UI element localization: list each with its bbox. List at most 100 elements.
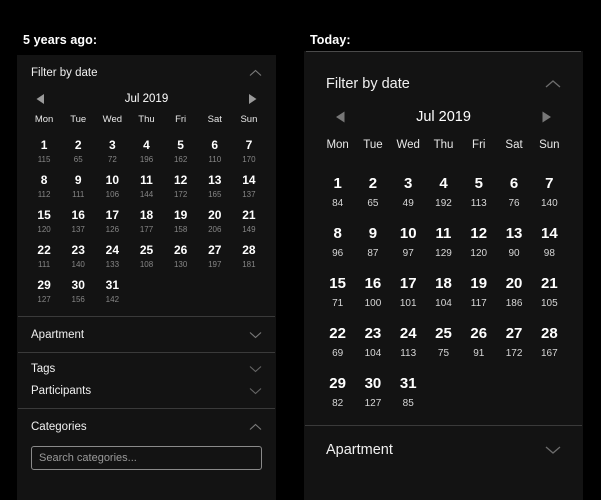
calendar-day-number: 26 bbox=[173, 243, 188, 257]
search-categories-input[interactable] bbox=[31, 446, 262, 470]
calendar-day-cell[interactable]: 2 65 bbox=[355, 176, 390, 209]
calendar-day-cell[interactable]: 4 196 bbox=[129, 139, 163, 164]
left-categories-header[interactable]: Categories bbox=[17, 409, 276, 444]
calendar-day-cell[interactable]: 16 100 bbox=[355, 276, 390, 309]
calendar-day-cell[interactable]: 29 127 bbox=[27, 279, 61, 304]
calendar-day-cell[interactable]: 22 69 bbox=[320, 326, 355, 359]
calendar-day-cell[interactable]: 8 112 bbox=[27, 174, 61, 199]
calendar-day-value: 84 bbox=[332, 198, 344, 209]
calendar-day-cell[interactable]: 21 105 bbox=[532, 276, 567, 309]
calendar-day-cell[interactable]: 3 49 bbox=[391, 176, 426, 209]
calendar-day-cell[interactable]: 14 137 bbox=[232, 174, 266, 199]
calendar-day-cell[interactable]: 2 65 bbox=[61, 139, 95, 164]
screenshot-root: 5 years ago: Filter by date Jul 2019 Mon… bbox=[0, 0, 601, 500]
left-filter-by-date-header[interactable]: Filter by date bbox=[17, 55, 276, 90]
calendar-empty-cell bbox=[461, 376, 496, 409]
calendar-day-cell[interactable]: 10 97 bbox=[391, 226, 426, 259]
calendar-day-cell[interactable]: 11 144 bbox=[129, 174, 163, 199]
calendar-day-cell[interactable]: 9 111 bbox=[61, 174, 95, 199]
calendar-day-cell[interactable]: 1 115 bbox=[27, 139, 61, 164]
right-filter-by-date-header[interactable]: Filter by date bbox=[304, 60, 583, 106]
calendar-day-cell[interactable]: 16 137 bbox=[61, 209, 95, 234]
chevron-up-icon[interactable] bbox=[249, 69, 262, 77]
calendar-day-cell[interactable]: 28 167 bbox=[532, 326, 567, 359]
chevron-down-icon[interactable] bbox=[545, 445, 561, 455]
calendar-day-cell[interactable]: 18 104 bbox=[426, 276, 461, 309]
calendar-day-number: 11 bbox=[140, 173, 153, 187]
chevron-up-icon[interactable] bbox=[545, 79, 561, 89]
calendar-day-number: 19 bbox=[470, 275, 488, 292]
calendar-day-number: 12 bbox=[173, 173, 188, 187]
triangle-right-icon[interactable] bbox=[540, 110, 553, 124]
calendar-day-number: 21 bbox=[242, 208, 256, 222]
calendar-day-cell[interactable]: 28 181 bbox=[232, 244, 266, 269]
calendar-day-number: 15 bbox=[329, 275, 346, 292]
calendar-day-cell[interactable]: 31 142 bbox=[95, 279, 129, 304]
calendar-day-cell[interactable]: 21 149 bbox=[232, 209, 266, 234]
calendar-week-row: 8 96 9 87 10 97 11 129 12 120 13 90 14 98 bbox=[320, 226, 567, 259]
calendar-day-cell[interactable]: 14 98 bbox=[532, 226, 567, 259]
calendar-empty-cell bbox=[496, 376, 531, 409]
calendar-day-cell[interactable]: 18 177 bbox=[129, 209, 163, 234]
calendar-day-cell[interactable]: 30 156 bbox=[61, 279, 95, 304]
calendar-day-cell[interactable]: 17 101 bbox=[391, 276, 426, 309]
calendar-week-row: 1 115 2 65 3 72 4 196 5 162 6 110 7 170 bbox=[27, 139, 266, 164]
calendar-day-cell[interactable]: 17 126 bbox=[95, 209, 129, 234]
calendar-day-cell[interactable]: 31 85 bbox=[391, 376, 426, 409]
calendar-day-cell[interactable]: 27 172 bbox=[496, 326, 531, 359]
calendar-day-cell[interactable]: 11 129 bbox=[426, 226, 461, 259]
calendar-day-value: 82 bbox=[332, 398, 344, 409]
calendar-day-cell[interactable]: 23 104 bbox=[355, 326, 390, 359]
calendar-day-cell[interactable]: 20 206 bbox=[198, 209, 232, 234]
calendar-day-cell[interactable]: 25 108 bbox=[129, 244, 163, 269]
left-apartment-header[interactable]: Apartment bbox=[17, 317, 276, 352]
calendar-day-cell[interactable]: 4 192 bbox=[426, 176, 461, 209]
calendar-day-cell[interactable]: 5 113 bbox=[461, 176, 496, 209]
calendar-day-cell[interactable]: 15 120 bbox=[27, 209, 61, 234]
chevron-up-icon[interactable] bbox=[249, 423, 262, 431]
calendar-day-cell[interactable]: 19 158 bbox=[164, 209, 198, 234]
calendar-day-cell[interactable]: 12 120 bbox=[461, 226, 496, 259]
triangle-right-icon[interactable] bbox=[247, 93, 258, 105]
calendar-day-value: 49 bbox=[402, 198, 414, 209]
left-tags-header[interactable]: Tags bbox=[31, 363, 262, 375]
calendar-day-value: 149 bbox=[242, 225, 256, 234]
calendar-day-cell[interactable]: 7 140 bbox=[532, 176, 567, 209]
calendar-day-cell[interactable]: 24 113 bbox=[391, 326, 426, 359]
chevron-down-icon[interactable] bbox=[249, 365, 262, 373]
calendar-day-number: 23 bbox=[364, 325, 382, 342]
calendar-day-cell[interactable]: 7 170 bbox=[232, 139, 266, 164]
calendar-day-cell[interactable]: 23 140 bbox=[61, 244, 95, 269]
calendar-day-cell[interactable]: 20 186 bbox=[496, 276, 531, 309]
calendar-day-cell[interactable]: 13 90 bbox=[496, 226, 531, 259]
chevron-down-icon[interactable] bbox=[249, 387, 262, 395]
left-participants-label: Participants bbox=[31, 385, 92, 397]
triangle-left-icon[interactable] bbox=[334, 110, 347, 124]
chevron-down-icon[interactable] bbox=[249, 331, 262, 339]
triangle-left-icon[interactable] bbox=[35, 93, 46, 105]
calendar-day-cell[interactable]: 25 75 bbox=[426, 326, 461, 359]
calendar-day-cell[interactable]: 8 96 bbox=[320, 226, 355, 259]
calendar-day-number: 24 bbox=[105, 243, 120, 257]
calendar-day-cell[interactable]: 19 117 bbox=[461, 276, 496, 309]
calendar-day-cell[interactable]: 30 127 bbox=[355, 376, 390, 409]
calendar-day-cell[interactable]: 27 197 bbox=[198, 244, 232, 269]
calendar-day-cell[interactable]: 5 162 bbox=[164, 139, 198, 164]
calendar-day-cell[interactable]: 10 106 bbox=[95, 174, 129, 199]
calendar-day-cell[interactable]: 12 172 bbox=[164, 174, 198, 199]
calendar-day-cell[interactable]: 22 111 bbox=[27, 244, 61, 269]
calendar-day-cell[interactable]: 6 110 bbox=[198, 139, 232, 164]
calendar-day-cell[interactable]: 26 91 bbox=[461, 326, 496, 359]
calendar-day-cell[interactable]: 24 133 bbox=[95, 244, 129, 269]
calendar-day-cell[interactable]: 9 87 bbox=[355, 226, 390, 259]
calendar-day-cell[interactable]: 13 165 bbox=[198, 174, 232, 199]
calendar-day-cell[interactable]: 6 76 bbox=[496, 176, 531, 209]
right-apartment-header[interactable]: Apartment bbox=[304, 426, 583, 472]
calendar-day-value: 181 bbox=[242, 260, 256, 269]
calendar-day-cell[interactable]: 26 130 bbox=[164, 244, 198, 269]
calendar-day-cell[interactable]: 1 84 bbox=[320, 176, 355, 209]
calendar-day-cell[interactable]: 29 82 bbox=[320, 376, 355, 409]
calendar-day-cell[interactable]: 3 72 bbox=[95, 139, 129, 164]
left-participants-header[interactable]: Participants bbox=[31, 385, 262, 397]
calendar-day-cell[interactable]: 15 71 bbox=[320, 276, 355, 309]
